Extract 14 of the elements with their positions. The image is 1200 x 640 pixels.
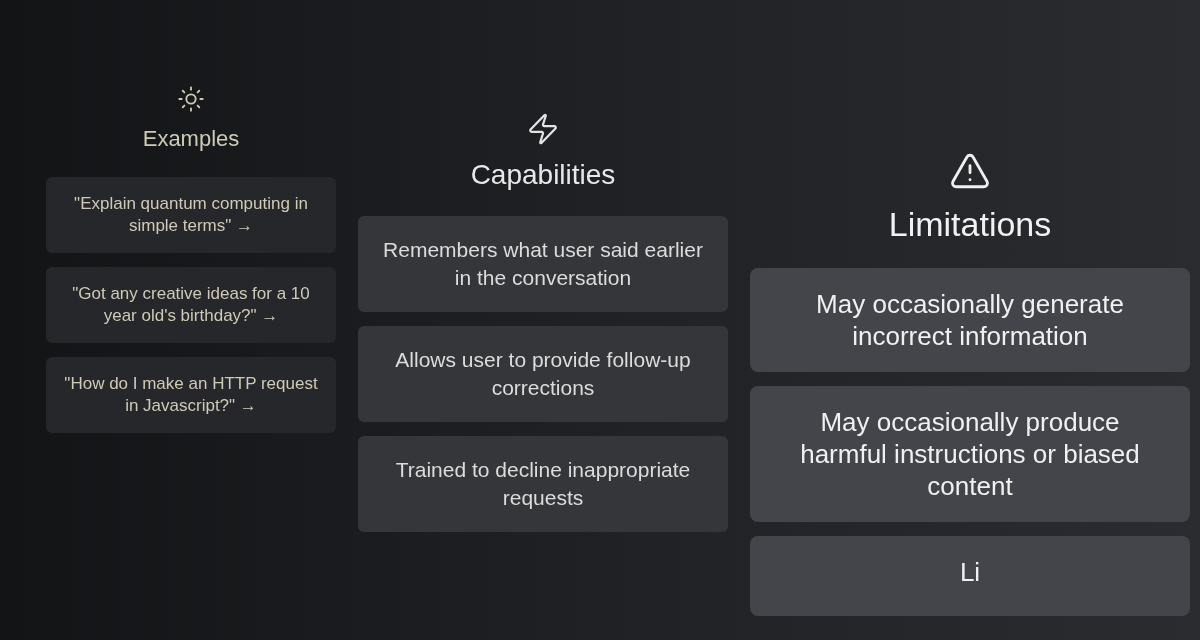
info-card: Li — [750, 536, 1190, 616]
column-heading: Examples — [142, 125, 240, 153]
example-prompt-button[interactable]: "How do I make an HTTP request in Javascript?" → — [46, 357, 336, 433]
lightning-icon — [526, 112, 560, 146]
info-card: May occasionally generate incorrect information — [750, 268, 1190, 372]
info-card: May occasionally produce harmful instructions or biased content — [750, 386, 1190, 522]
column-heading: Limitations — [888, 204, 1052, 244]
info-card: Remembers what user said earlier in the conversation — [358, 216, 728, 312]
info-card: Allows user to provide follow-up corrections — [358, 326, 728, 422]
sun-icon — [177, 85, 205, 113]
example-prompt-button[interactable]: "Explain quantum computing in simple terms" → — [46, 177, 336, 253]
column-heading: Capabilities — [470, 158, 616, 192]
example-prompt-button[interactable]: "Got any creative ideas for a 10 year old's birthday?" → — [46, 267, 336, 343]
info-card: Trained to decline inappropriate requests — [358, 436, 728, 532]
